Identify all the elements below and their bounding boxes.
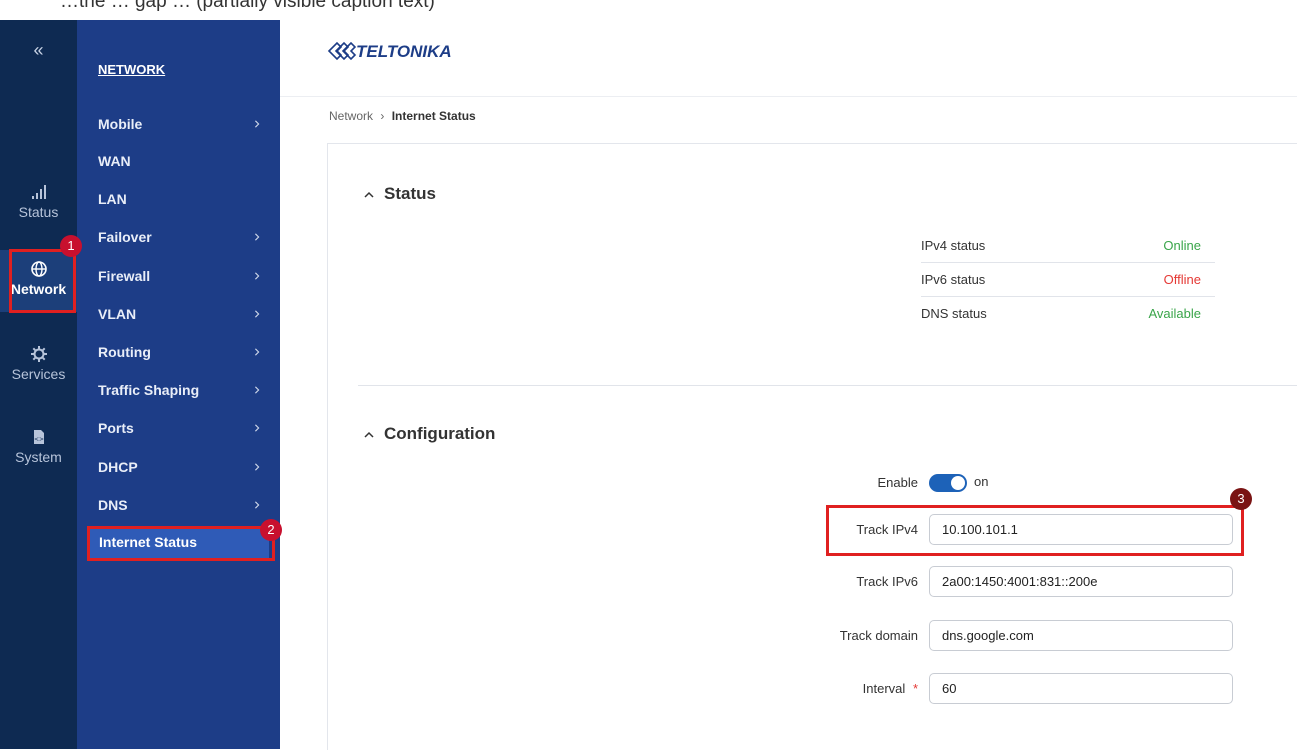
submenu-item-label: Routing <box>98 344 151 360</box>
status-key: DNS status <box>921 306 987 321</box>
breadcrumb-parent[interactable]: Network <box>329 109 373 123</box>
rail-item-status[interactable]: Status <box>0 183 77 220</box>
breadcrumb-current: Internet Status <box>391 109 476 123</box>
submenu-item-label: Mobile <box>98 116 143 132</box>
chevron-right-icon <box>255 386 260 394</box>
icon-rail: « Status Network Services <> System <box>0 0 77 749</box>
submenu-item-label: Ports <box>98 420 134 436</box>
chevron-right-icon <box>255 424 260 432</box>
callout-highlight-network <box>9 249 76 313</box>
submenu-item-label: Traffic Shaping <box>98 382 200 398</box>
interval-label-text: Interval <box>862 681 906 696</box>
track-domain-label: Track domain <box>839 628 918 643</box>
callout-badge-3: 3 <box>1230 488 1252 510</box>
interval-input[interactable] <box>929 673 1233 704</box>
submenu-item-failover[interactable]: Failover <box>77 223 280 253</box>
submenu-item-dhcp[interactable]: DHCP <box>77 453 280 483</box>
section-divider <box>358 385 1297 386</box>
rail-item-label: System <box>15 449 62 465</box>
callout-highlight-internet-status <box>87 526 275 561</box>
teltonika-logo: TELTONIKA <box>327 41 452 61</box>
chevron-right-icon <box>255 120 260 128</box>
submenu-title: NETWORK <box>98 62 166 77</box>
breadcrumb: Network › Internet Status <box>329 109 476 123</box>
callout-highlight-track-ipv4 <box>826 505 1244 556</box>
network-submenu: NETWORK Mobile WAN LAN Failover Firewall… <box>77 0 280 749</box>
gear-icon <box>30 346 47 362</box>
configuration-section-header[interactable]: Configuration <box>364 424 495 444</box>
submenu-item-traffic-shaping[interactable]: Traffic Shaping <box>77 376 280 406</box>
collapse-sidebar-button[interactable]: « <box>0 40 77 61</box>
status-row-dns: DNS status Available <box>921 297 1215 330</box>
logo-text: TELTONIKA <box>356 42 452 61</box>
submenu-item-dns[interactable]: DNS <box>77 491 280 521</box>
submenu-item-label: DNS <box>98 497 128 513</box>
chevron-right-icon <box>255 233 260 241</box>
callout-badge-1: 1 <box>60 235 82 257</box>
track-ipv6-input[interactable] <box>929 566 1233 597</box>
submenu-item-label: DHCP <box>98 459 138 475</box>
status-row-ipv6: IPv6 status Offline <box>921 263 1215 297</box>
content-card: Status IPv4 status Online IPv6 status Of… <box>327 143 1297 750</box>
status-section-header[interactable]: Status <box>364 184 436 204</box>
status-value: Online <box>1163 238 1201 253</box>
submenu-item-label: Firewall <box>98 268 151 284</box>
caption-strip: …the … gap … (partially visible caption … <box>0 0 1297 20</box>
chevron-right-icon <box>255 348 260 356</box>
status-value: Available <box>1148 306 1201 321</box>
toggle-knob <box>951 476 965 490</box>
submenu-item-label: Failover <box>98 229 152 245</box>
required-asterisk: * <box>912 681 918 696</box>
signal-icon <box>31 185 46 199</box>
chevron-right-icon <box>255 272 260 280</box>
chevron-up-icon <box>364 184 374 204</box>
status-section-title: Status <box>384 184 436 203</box>
submenu-item-lan[interactable]: LAN <box>77 185 280 215</box>
chevron-up-icon <box>364 424 374 444</box>
system-icon: <> <box>33 430 44 444</box>
svg-text:<>: <> <box>33 436 43 443</box>
rail-item-label: Services <box>11 366 66 382</box>
submenu-item-label: WAN <box>98 153 131 169</box>
status-row-ipv4: IPv4 status Online <box>921 229 1215 263</box>
submenu-item-vlan[interactable]: VLAN <box>77 300 280 330</box>
track-ipv6-label: Track IPv6 <box>856 574 918 589</box>
rail-item-label: Status <box>18 204 59 220</box>
rail-item-system[interactable]: <> System <box>0 428 77 465</box>
status-value: Offline <box>1163 272 1201 287</box>
chevron-right-icon <box>255 310 260 318</box>
enable-label: Enable <box>877 475 918 490</box>
configuration-section-title: Configuration <box>384 424 496 443</box>
submenu-item-mobile[interactable]: Mobile <box>77 110 280 140</box>
callout-badge-2: 2 <box>260 519 282 541</box>
enable-toggle[interactable] <box>929 474 967 492</box>
enable-state-text: on <box>974 474 989 489</box>
submenu-item-firewall[interactable]: Firewall <box>77 262 280 292</box>
top-header: TELTONIKA <box>280 20 1297 97</box>
caption-text: …the … gap … (partially visible caption … <box>60 0 435 12</box>
interval-label: Interval * <box>768 681 918 696</box>
submenu-item-label: LAN <box>98 191 127 207</box>
status-key: IPv4 status <box>921 238 986 253</box>
status-key: IPv6 status <box>921 272 986 287</box>
track-domain-input[interactable] <box>929 620 1233 651</box>
chevron-right-icon <box>255 501 260 509</box>
submenu-item-ports[interactable]: Ports <box>77 414 280 444</box>
chevron-right-icon <box>255 463 260 471</box>
breadcrumb-separator: › <box>380 109 385 123</box>
submenu-item-label: VLAN <box>98 306 137 322</box>
submenu-item-routing[interactable]: Routing <box>77 338 280 368</box>
rail-item-services[interactable]: Services <box>0 345 77 382</box>
submenu-item-wan[interactable]: WAN <box>77 147 280 177</box>
